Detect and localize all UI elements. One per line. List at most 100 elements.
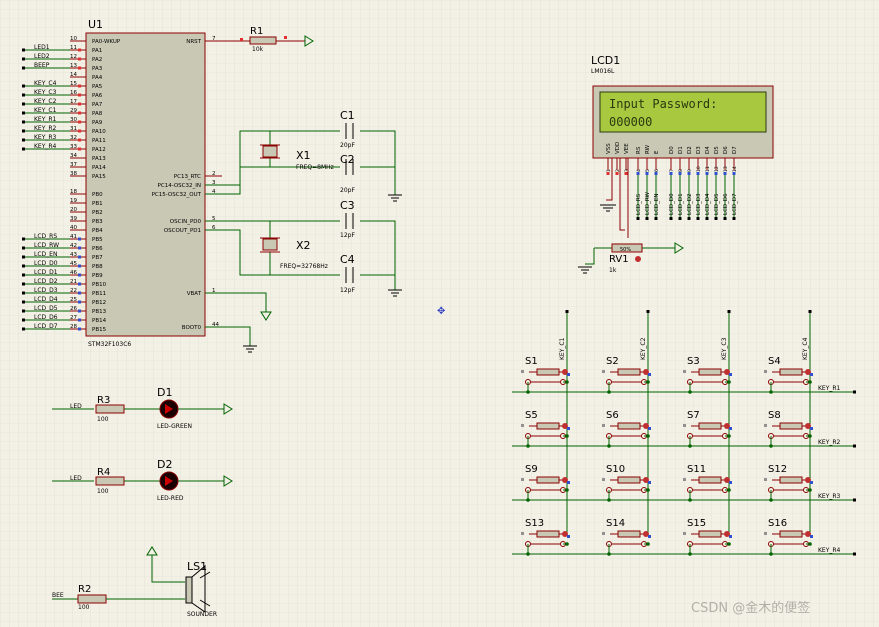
pin-number: 30 [70,117,77,123]
net-label: KEY_C4 [802,337,809,360]
pin-number: 10 [70,36,77,42]
switch-ref: S4 [768,356,781,367]
pin-name: PC13_RTC [174,174,201,180]
pin-number: 19 [70,198,77,204]
switch-ref: S14 [606,518,625,529]
pin-name: PC14-OSC32_IN [158,183,201,189]
rv1-ref: RV1 [609,254,629,265]
mcu-part: STM32F103C6 [88,341,131,348]
pin-name: PA4 [92,75,103,81]
net-label: LCD_D2 [34,278,58,285]
d2-part: LED-RED [157,495,184,502]
net-label: LCD_D3 [34,287,58,294]
net-label: LCD_RW [34,242,59,249]
pin-name: VBAT [187,291,202,297]
switch-ref: S10 [606,464,625,475]
pin-name: PB15 [92,327,107,333]
pin-name: PB14 [92,318,107,324]
pin-number: 11 [70,45,77,51]
net-label: KEY_R1 [34,116,57,123]
net-label: LCD_D0 [669,193,675,215]
pin-number: 1 [606,169,612,172]
pin-number: 14 [732,166,738,172]
pin-name: PB2 [92,210,103,216]
pin-number: 12 [714,166,720,172]
net-label: LED2 [34,53,50,60]
r3-ref: R3 [97,395,110,406]
r1-value: 10k [252,46,264,53]
pin-number: 46 [70,270,77,276]
switch-ref: S7 [687,410,700,421]
pin-name: PB13 [92,309,107,315]
r4-value: 100 [97,488,109,495]
pin-number: 34 [70,153,77,159]
pin-name: RW [645,144,651,154]
net-label: KEY_C2 [640,337,647,360]
pin-name: PA1 [92,48,102,54]
pin-name: NRST [186,39,201,45]
pin-name: VSS [606,143,612,154]
pin-number: 38 [70,171,77,177]
pin-number: 10 [696,166,702,172]
switch-ref: S15 [687,518,706,529]
d1-part: LED-GREEN [157,423,192,430]
pin-name: PB8 [92,264,103,270]
switch-ref: S1 [525,356,538,367]
net-label: BEEP [34,62,50,69]
c2-value: 20pF [340,187,355,194]
switch-ref: S8 [768,410,781,421]
c3-ref: C3 [340,199,355,212]
pin-number: 37 [70,162,77,168]
pin-name: D2 [687,146,693,154]
net-label: KEY_C1 [559,337,566,360]
pin-name: D6 [723,146,729,154]
x2-ref: X2 [296,239,311,252]
net-label: KEY_C1 [34,107,57,114]
x1-ref: X1 [296,149,311,162]
pin-name: PA7 [92,102,103,108]
c2-ref: C2 [340,153,355,166]
r2-value: 100 [78,604,90,611]
c4-ref: C4 [340,253,355,266]
pin-name: PB10 [92,282,107,288]
d1-ref: D1 [157,386,172,399]
cursor-crosshair-icon: ✥ [437,306,445,317]
net-label: LCD_D4 [34,296,58,303]
net-label: LCD_D6 [723,193,729,215]
pin-name: RS [636,146,642,154]
pin-name: VDD [615,142,621,154]
net-label: KEY_R2 [34,125,57,132]
r3-value: 100 [97,416,109,423]
pin-name: D3 [696,146,702,154]
pin-number: 29 [70,108,77,114]
switch-ref: S12 [768,464,787,475]
net-label: LCD_D0 [34,260,58,267]
ls1-part: SOUNDER [187,611,217,618]
pin-name: E [654,150,660,154]
pin-number: 9 [687,169,693,172]
net-label: KEY_C3 [721,337,728,360]
pin-name: PC15-OSC32_OUT [152,192,202,198]
r1-ref: R1 [250,26,263,37]
switch-ref: S3 [687,356,700,367]
pin-number: 16 [70,90,77,96]
pin-number: 42 [70,243,77,249]
net-label: LCD_D5 [714,193,720,215]
net-label: LED1 [34,44,50,51]
schematic-canvas[interactable]: U1 STM32F103C6 10 PA0-WKUP11 PA1LED112 PA2L… [0,0,879,627]
pin-number: 5 [645,169,651,172]
pin-number: 11 [705,166,711,172]
pin-name: PB4 [92,228,103,234]
pin-name: PA10 [92,129,106,135]
net-label: LCD_D3 [696,193,702,215]
r2-ref: R2 [78,584,91,595]
pin-name: PB1 [92,201,103,207]
net-label: KEY_R3 [34,134,57,141]
pin-number: 26 [70,306,77,312]
watermark: CSDN @金木的便签 [691,600,810,616]
pin-number: 32 [70,135,77,141]
r4-ref: R4 [97,467,110,478]
pin-name: PA3 [92,66,103,72]
net-label: KEY_R3 [818,493,841,500]
pin-number: 8 [678,169,684,172]
